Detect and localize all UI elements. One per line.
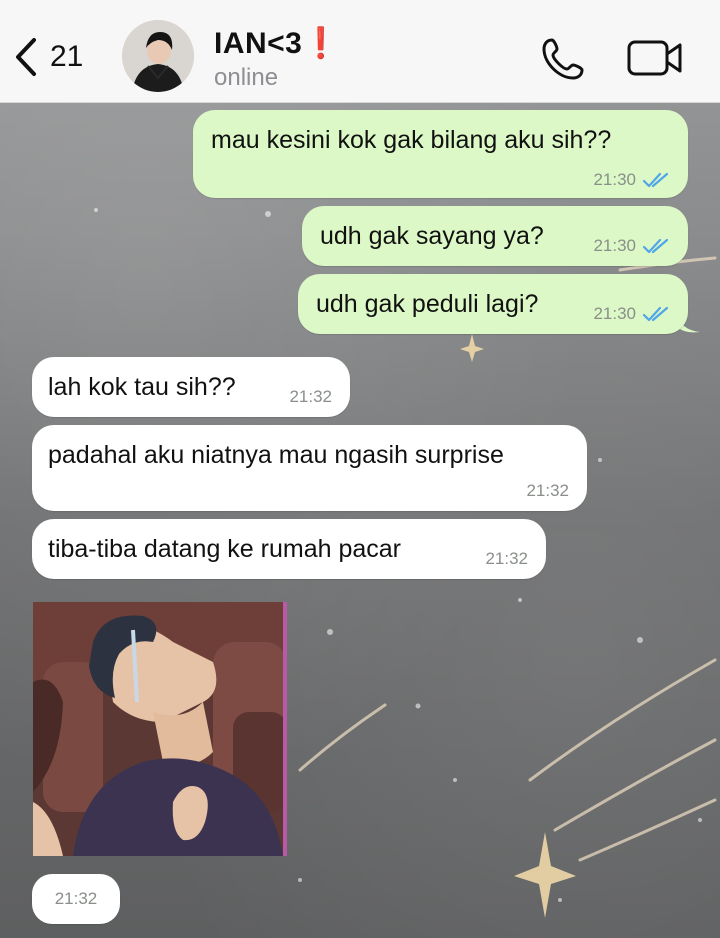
chat-header: 21 IAN<3❗ online — [0, 0, 720, 103]
back-button[interactable]: 21 — [14, 34, 104, 80]
message-meta: 21:32 — [289, 387, 332, 407]
phone-icon — [542, 38, 584, 80]
message-meta: 21:32 — [526, 481, 569, 501]
message-time: 21:30 — [593, 304, 636, 323]
crying-anime-image — [33, 602, 287, 856]
message-meta: 21:30 — [593, 236, 670, 256]
voice-call-button[interactable] — [540, 36, 586, 82]
image-message[interactable] — [33, 602, 287, 856]
outgoing-message[interactable]: mau kesini kok gak bilang aku sih?? 21:3… — [193, 110, 688, 198]
message-text: lah kok tau sih?? — [48, 373, 236, 401]
message-meta: 21:30 — [593, 304, 670, 324]
message-text: mau kesini kok gak bilang aku sih?? — [211, 126, 612, 154]
exclamation-emoji: ❗ — [302, 27, 341, 60]
video-camera-icon — [627, 40, 682, 76]
message-meta: 21:32 — [485, 549, 528, 569]
outgoing-message[interactable]: udh gak sayang ya? 21:30 — [302, 206, 688, 266]
chevron-left-icon — [16, 38, 36, 76]
message-time: 21:32 — [526, 481, 569, 500]
outgoing-message[interactable]: udh gak peduli lagi? 21:30 — [298, 274, 688, 334]
message-meta: 21:30 — [593, 170, 670, 190]
message-time: 21:32 — [289, 387, 332, 406]
unread-count: 21 — [50, 40, 84, 73]
contact-name-row: IAN<3❗ — [214, 26, 494, 62]
sparkle-star — [460, 334, 576, 918]
message-text: udh gak sayang ya? — [320, 222, 544, 250]
incoming-message[interactable]: tiba-tiba datang ke rumah pacar 21:32 — [32, 519, 546, 579]
contact-status: online — [214, 64, 279, 91]
contact-name: IAN<3 — [214, 27, 303, 60]
double-check-icon — [642, 172, 669, 188]
message-text: padahal aku niatnya mau ngasih surprise — [48, 441, 504, 469]
message-text: tiba-tiba datang ke rumah pacar — [48, 535, 401, 563]
double-check-icon — [642, 306, 669, 322]
incoming-message[interactable]: lah kok tau sih?? 21:32 — [32, 357, 350, 417]
contact-avatar[interactable] — [122, 20, 194, 92]
message-time: 21:30 — [593, 236, 636, 255]
message-time: 21:32 — [485, 549, 528, 568]
image-message-time: 21:32 — [32, 874, 120, 924]
double-check-icon — [642, 238, 669, 254]
message-text: udh gak peduli lagi? — [316, 290, 539, 318]
video-call-button[interactable] — [626, 38, 684, 78]
contact-info[interactable]: IAN<3❗ online — [214, 26, 494, 96]
message-time: 21:30 — [593, 170, 636, 189]
avatar-image — [122, 20, 194, 92]
incoming-message[interactable]: padahal aku niatnya mau ngasih surprise … — [32, 425, 587, 511]
